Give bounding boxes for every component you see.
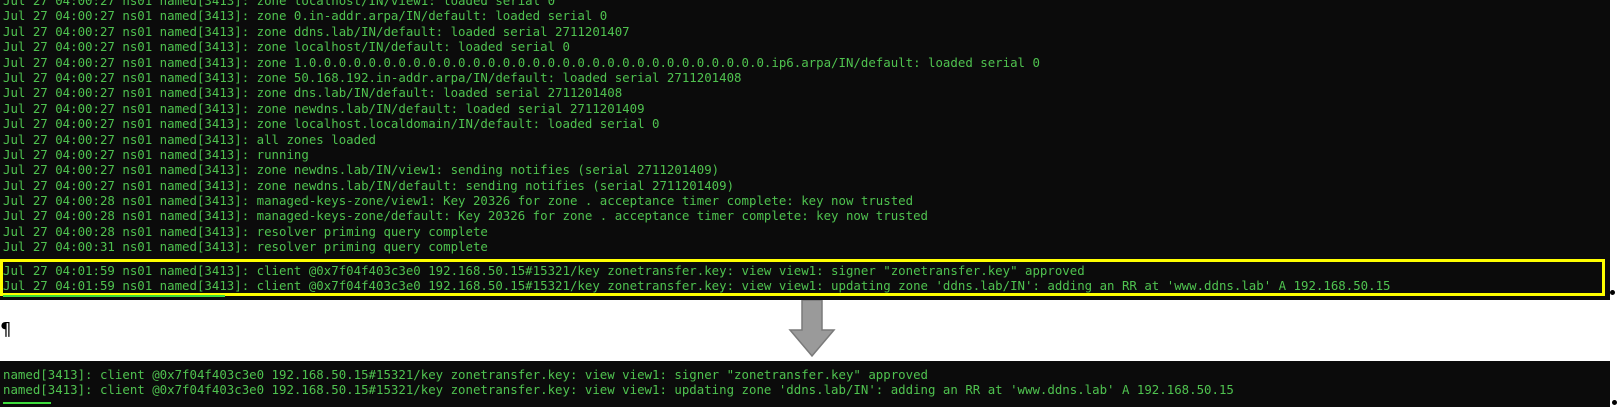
highlight-box	[0, 259, 1605, 296]
log-line: Jul 27 04:00:28 ns01 named[3413]: resolv…	[3, 223, 488, 239]
log-line-excerpt: named[3413]: client @0x7f04f403c3e0 192.…	[3, 367, 929, 382]
log-line: Jul 27 04:00:27 ns01 named[3413]: zone n…	[3, 177, 735, 193]
terminal-log-bottom: named[3413]: client @0x7f04f403c3e0 192.…	[0, 361, 1610, 407]
log-line: Jul 27 04:00:27 ns01 named[3413]: zone 5…	[3, 69, 742, 85]
log-line: Jul 27 04:00:27 ns01 named[3413]: zone 1…	[3, 54, 1040, 70]
text-selection-underline-bottom	[3, 402, 51, 404]
log-line: Jul 27 04:00:27 ns01 named[3413]: zone n…	[3, 162, 720, 178]
log-line: Jul 27 04:00:31 ns01 named[3413]: resolv…	[3, 239, 488, 255]
log-line-excerpt: named[3413]: client @0x7f04f403c3e0 192.…	[3, 382, 1234, 398]
log-line: Jul 27 04:00:27 ns01 named[3413]: zone d…	[3, 23, 630, 39]
log-line: Jul 27 04:00:27 ns01 named[3413]: zone l…	[3, 0, 556, 8]
log-line: Jul 27 04:00:27 ns01 named[3413]: zone l…	[3, 116, 660, 132]
text-selection-underline-top	[3, 295, 225, 297]
log-line: Jul 27 04:00:28 ns01 named[3413]: manage…	[3, 208, 929, 224]
log-line: Jul 27 04:00:27 ns01 named[3413]: all zo…	[3, 131, 376, 147]
paragraph-mark: ¶	[0, 319, 12, 340]
log-line: Jul 27 04:00:27 ns01 named[3413]: zone d…	[3, 85, 623, 101]
log-line: Jul 27 04:00:27 ns01 named[3413]: runnin…	[3, 146, 309, 162]
down-arrow-icon	[788, 300, 836, 358]
log-lines-bottom: named[3413]: client @0x7f04f403c3e0 192.…	[3, 367, 1234, 398]
log-lines-top: Jul 27 04:00:27 ns01 named[3413]: zone l…	[3, 0, 1040, 255]
bullet-mark-top	[1610, 290, 1615, 295]
log-line: Jul 27 04:00:27 ns01 named[3413]: zone 0…	[3, 8, 608, 24]
log-line: Jul 27 04:00:28 ns01 named[3413]: manage…	[3, 193, 914, 209]
bullet-mark-bottom	[1612, 400, 1617, 405]
log-line: Jul 27 04:00:27 ns01 named[3413]: zone n…	[3, 100, 645, 116]
log-line: Jul 27 04:00:27 ns01 named[3413]: zone l…	[3, 39, 570, 55]
terminal-log-top: Jul 27 04:00:27 ns01 named[3413]: zone l…	[0, 0, 1610, 300]
